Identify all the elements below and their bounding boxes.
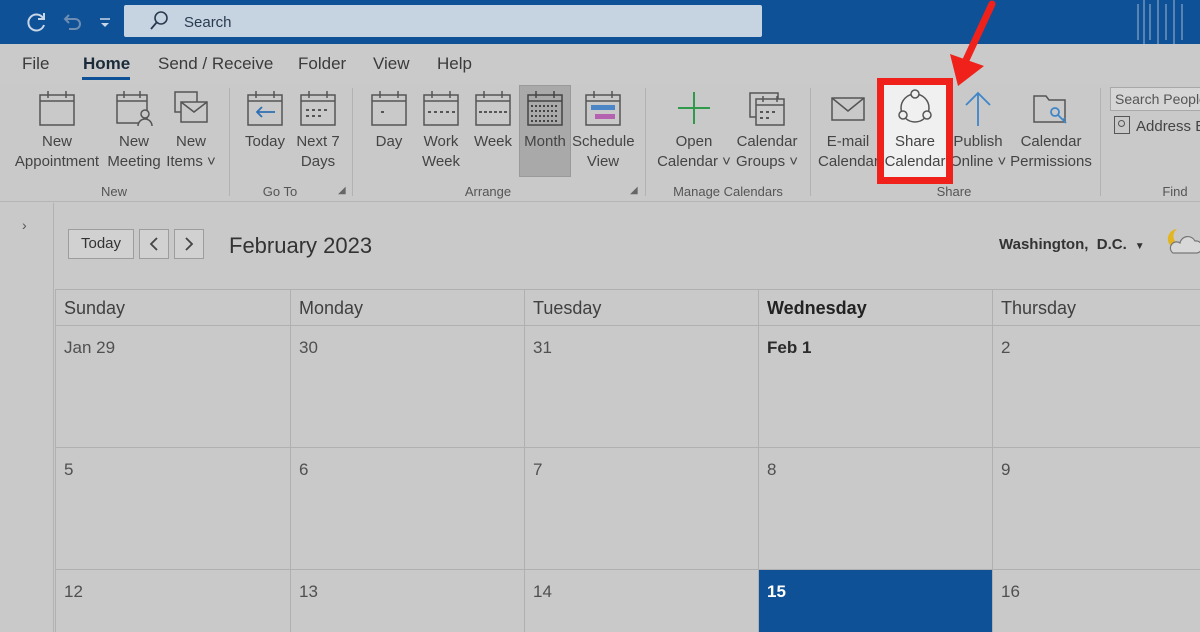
menu-send-receive[interactable]: Send / Receive (158, 54, 273, 74)
email-calendar-button[interactable]: E-mail Calendar (818, 88, 878, 172)
weekday-header-monday: Monday (290, 289, 524, 325)
calendar-header: Today February 2023 Washington, D.C. ▼ (55, 203, 1200, 289)
day-cell[interactable]: 6 (290, 447, 524, 569)
chevron-right-icon (185, 237, 194, 251)
group-label-share: Share (936, 184, 972, 199)
search-people-input[interactable]: Search People (1110, 87, 1200, 111)
weather-location-dropdown[interactable]: Washington, D.C. ▼ (999, 236, 1145, 253)
calendar-groups-icon (749, 92, 785, 126)
group-separator (645, 88, 646, 196)
day-cell[interactable]: 9 (992, 447, 1200, 569)
today-button[interactable]: Today (240, 88, 290, 152)
folder-pane-collapsed: › (0, 203, 54, 632)
calendar-today-button[interactable]: Today (68, 229, 134, 259)
menu-home[interactable]: Home (83, 54, 130, 74)
month-title: February 2023 (229, 233, 373, 258)
next-7-days-button[interactable]: Next 7 Days (292, 88, 344, 172)
day-cell[interactable]: 12 (55, 569, 290, 632)
ribbon: New Appointment New Meeting New Items ˅ … (0, 0, 1200, 202)
day-cell[interactable]: 30 (290, 325, 524, 447)
calendar-groups-button[interactable]: Calendar Groups ˅ (734, 88, 800, 172)
day-cell[interactable]: Jan 29 (55, 325, 290, 447)
share-calendar-highlight (877, 78, 953, 184)
work-week-icon (423, 91, 459, 126)
group-separator (352, 88, 353, 196)
schedule-view-icon (585, 91, 621, 126)
weather-moon-cloud-icon (1167, 229, 1200, 254)
menu-view[interactable]: View (373, 54, 410, 74)
search-input[interactable]: Search (124, 5, 762, 37)
day-cell[interactable]: 8 (758, 447, 992, 569)
envelope-icon (831, 97, 865, 121)
new-items-icon (174, 91, 208, 123)
weekday-header-wednesday: Wednesday (758, 289, 992, 325)
month-view-icon (527, 91, 563, 126)
day-view-icon (371, 91, 407, 126)
window-decoration-icon (1137, 0, 1183, 44)
schedule-view-button[interactable]: Schedule View (572, 88, 635, 172)
work-week-button[interactable]: Work Week (416, 88, 466, 172)
day-cell[interactable]: 15 (758, 569, 992, 632)
dialog-launcher-icon[interactable]: ◢ (338, 185, 346, 196)
active-tab-indicator (82, 77, 130, 80)
menu-help[interactable]: Help (437, 54, 472, 74)
week-view-button[interactable]: Week (468, 88, 518, 152)
group-label-find: Find (1162, 184, 1188, 199)
previous-month-button[interactable] (139, 229, 169, 259)
group-label-new: New (100, 184, 127, 199)
day-cell[interactable]: 14 (524, 569, 758, 632)
day-cell[interactable]: Feb 1 (758, 325, 992, 447)
address-book-button[interactable]: Address Book (1114, 116, 1200, 135)
today-arrow-icon (247, 91, 283, 126)
day-cell[interactable]: 2 (992, 325, 1200, 447)
chevron-down-icon: ▼ (1134, 241, 1145, 252)
group-label-arrange: Arrange (464, 184, 512, 199)
new-items-button[interactable]: New Items ˅ (164, 88, 218, 172)
weekday-header-sunday: Sunday (55, 289, 290, 325)
weekday-header-thursday: Thursday (992, 289, 1200, 325)
search-icon (150, 11, 168, 30)
annotation-arrow-icon (950, 0, 996, 86)
week-view-icon (475, 91, 511, 126)
next-7-days-icon (300, 91, 336, 126)
sync-icon[interactable] (24, 10, 48, 40)
plus-icon (678, 92, 710, 124)
menu-bar: File Home Send / Receive Folder View Hel… (0, 44, 1200, 84)
group-separator (1100, 88, 1101, 196)
dialog-launcher-icon[interactable]: ◢ (630, 185, 638, 196)
title-bar: Search (0, 0, 1200, 44)
next-month-button[interactable] (174, 229, 204, 259)
open-calendar-button[interactable]: Open Calendar ˅ (654, 88, 734, 172)
group-separator (229, 88, 230, 196)
group-label-goto: Go To (262, 184, 298, 199)
new-appointment-button[interactable]: New Appointment (8, 88, 106, 172)
publish-online-button[interactable]: Publish Online ˅ (950, 88, 1006, 172)
day-cell[interactable]: 31 (524, 325, 758, 447)
day-view-button[interactable]: Day (364, 88, 414, 152)
expand-pane-chevron-icon[interactable]: › (22, 217, 27, 233)
calendar-permissions-button[interactable]: Calendar Permissions (1008, 88, 1094, 172)
folder-key-icon (1033, 95, 1067, 124)
month-view-button[interactable]: Month (520, 88, 570, 152)
search-placeholder: Search (184, 14, 232, 31)
menu-folder[interactable]: Folder (298, 54, 346, 74)
meeting-icon (116, 91, 153, 127)
day-cell[interactable]: 5 (55, 447, 290, 569)
new-meeting-button[interactable]: New Meeting (106, 88, 162, 172)
address-book-icon (1114, 116, 1130, 134)
day-cell[interactable]: 16 (992, 569, 1200, 632)
group-label-manage-calendars: Manage Calendars (673, 184, 783, 199)
month-grid: Sunday Monday Tuesday Wednesday Thursday Jan … (55, 289, 1200, 632)
chevron-left-icon (149, 237, 158, 251)
weekday-header-tuesday: Tuesday (524, 289, 758, 325)
upload-arrow-icon (965, 91, 991, 126)
customize-toolbar-icon[interactable] (98, 10, 112, 40)
calendar-icon (39, 91, 75, 126)
group-separator (810, 88, 811, 196)
day-cell[interactable]: 13 (290, 569, 524, 632)
undo-icon[interactable] (60, 10, 84, 40)
menu-file[interactable]: File (22, 54, 49, 74)
day-cell[interactable]: 7 (524, 447, 758, 569)
